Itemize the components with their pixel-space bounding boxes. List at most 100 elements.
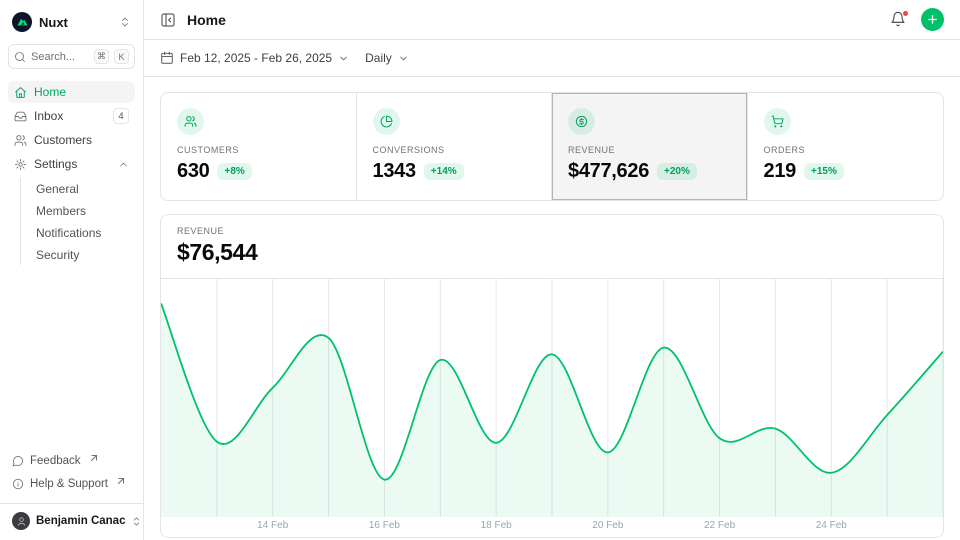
search-box[interactable]: ⌘ K [8, 44, 135, 69]
kbd-meta: ⌘ [94, 49, 109, 64]
stat-icon-circle [568, 108, 595, 135]
sidebar-item-customers[interactable]: Customers [8, 129, 135, 151]
stat-card-conversions[interactable]: CONVERSIONS 1343 +14% [357, 93, 553, 200]
info-icon [12, 478, 24, 490]
sidebar-item-members[interactable]: Members [21, 200, 135, 221]
user-menu[interactable]: Benjamin Canac [8, 504, 135, 532]
plus-icon [926, 13, 939, 26]
chart-label: REVENUE [177, 226, 927, 236]
chevron-down-icon [398, 53, 409, 64]
home-icon [14, 86, 27, 99]
period-label: Daily [365, 51, 392, 65]
date-range-label: Feb 12, 2025 - Feb 26, 2025 [180, 51, 332, 65]
sidebar-item-label: Settings [34, 157, 77, 171]
stat-delta-badge: +8% [217, 163, 251, 180]
calendar-icon [160, 51, 174, 65]
search-input[interactable] [31, 51, 89, 63]
x-axis-label: 24 Feb [816, 520, 847, 531]
sidebar-item-security[interactable]: Security [21, 244, 135, 265]
stat-delta-badge: +15% [804, 163, 844, 180]
external-link-icon [115, 475, 127, 487]
revenue-chart-card: REVENUE $76,544 14 Feb 16 Feb 18 Feb 20 Feb… [160, 214, 944, 538]
panel-left-close-icon [160, 12, 176, 28]
stat-value: 219 [764, 160, 796, 183]
chevron-up-icon [118, 159, 129, 170]
search-icon [14, 51, 26, 63]
top-header: Home [144, 0, 960, 40]
stat-label: CUSTOMERS [177, 145, 340, 155]
sidebar-item-label: Customers [34, 133, 92, 147]
users-icon [14, 134, 27, 147]
stat-card-revenue[interactable]: REVENUE $477,626 +20% [552, 93, 748, 200]
stat-icon-circle [764, 108, 791, 135]
sidebar-nav: Home Inbox 4 Customers Settings General … [8, 81, 135, 265]
avatar [12, 512, 30, 530]
kbd-k: K [114, 49, 129, 64]
sidebar-item-settings[interactable]: Settings [8, 153, 135, 175]
stat-card-orders[interactable]: ORDERS 219 +15% [748, 93, 944, 200]
sidebar-item-inbox[interactable]: Inbox 4 [8, 105, 135, 127]
inbox-count-badge: 4 [113, 108, 129, 124]
nuxt-logo [12, 12, 32, 32]
shopping-cart-icon [771, 115, 784, 128]
notification-dot [902, 10, 909, 17]
x-axis-label: 22 Feb [704, 520, 735, 531]
sidebar-item-general[interactable]: General [21, 178, 135, 199]
main-panel: Home Feb 12, 2025 - Feb 26, 2025 Daily [144, 0, 960, 540]
circle-dollar-icon [575, 115, 588, 128]
x-axis-label: 18 Feb [481, 520, 512, 531]
feedback-label: Feedback [30, 455, 81, 467]
chevrons-up-down-icon [119, 16, 131, 28]
sidebar-item-home[interactable]: Home [8, 81, 135, 103]
chart-value: $76,544 [177, 239, 927, 266]
sidebar-spacer [8, 265, 135, 449]
sidebar: Nuxt ⌘ K Home Inbox 4 Customers Settings… [0, 0, 144, 540]
chart-header: REVENUE $76,544 [161, 215, 943, 279]
sidebar-item-label: Home [34, 85, 66, 99]
stat-delta-badge: +14% [424, 163, 464, 180]
stat-label: REVENUE [568, 145, 731, 155]
chart-x-axis: 14 Feb 16 Feb 18 Feb 20 Feb 22 Feb 24 Feb [161, 517, 943, 537]
chart-pie-icon [380, 115, 393, 128]
chart-plot-area[interactable] [161, 279, 943, 517]
period-select[interactable]: Daily [365, 51, 409, 65]
notifications-button[interactable] [890, 11, 908, 29]
workspace-switcher[interactable]: Nuxt [8, 10, 135, 34]
new-item-button[interactable] [921, 8, 944, 31]
stat-label: ORDERS [764, 145, 928, 155]
feedback-link[interactable]: Feedback [8, 449, 135, 472]
page-title: Home [187, 12, 226, 28]
date-range-button[interactable]: Feb 12, 2025 - Feb 26, 2025 [160, 51, 349, 65]
settings-submenu: General Members Notifications Security [20, 178, 135, 265]
help-support-label: Help & Support [30, 478, 108, 490]
inbox-icon [14, 110, 27, 123]
chevron-down-icon [338, 53, 349, 64]
x-axis-label: 16 Feb [369, 520, 400, 531]
sidebar-item-label: Inbox [34, 109, 63, 123]
revenue-area-chart [161, 279, 943, 517]
stat-value: 630 [177, 160, 209, 183]
gear-icon [14, 158, 27, 171]
stat-icon-circle [373, 108, 400, 135]
stat-value: 1343 [373, 160, 416, 183]
workspace-name: Nuxt [39, 15, 68, 30]
sidebar-item-notifications[interactable]: Notifications [21, 222, 135, 243]
stat-delta-badge: +20% [657, 163, 697, 180]
header-actions [890, 8, 944, 31]
stat-value: $477,626 [568, 160, 649, 183]
x-axis-label: 14 Feb [257, 520, 288, 531]
dashboard-content: CUSTOMERS 630 +8% CONVERSIONS 1343 +14% [144, 77, 960, 540]
user-name: Benjamin Canac [36, 515, 125, 527]
external-link-icon [88, 452, 100, 464]
sidebar-toggle-button[interactable] [160, 11, 178, 29]
stats-grid: CUSTOMERS 630 +8% CONVERSIONS 1343 +14% [160, 92, 944, 201]
chevrons-up-down-icon [131, 516, 142, 527]
filter-toolbar: Feb 12, 2025 - Feb 26, 2025 Daily [144, 40, 960, 77]
help-support-link[interactable]: Help & Support [8, 472, 135, 495]
message-circle-icon [12, 455, 24, 467]
stat-label: CONVERSIONS [373, 145, 536, 155]
stat-icon-circle [177, 108, 204, 135]
stat-card-customers[interactable]: CUSTOMERS 630 +8% [161, 93, 357, 200]
users-icon [184, 115, 197, 128]
x-axis-label: 20 Feb [592, 520, 623, 531]
